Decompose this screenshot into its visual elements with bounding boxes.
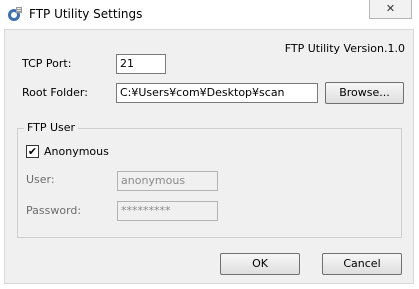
close-button[interactable]: ✕ bbox=[369, 0, 412, 19]
browse-button[interactable]: Browse... bbox=[325, 82, 404, 104]
anonymous-checkbox[interactable]: ✔ bbox=[26, 145, 39, 158]
version-label: FTP Utility Version.1.0 bbox=[284, 42, 405, 55]
cancel-button[interactable]: Cancel bbox=[322, 253, 402, 275]
ftp-user-group: FTP User ✔ Anonymous User: anonymous Pas… bbox=[17, 121, 402, 238]
tcp-port-input[interactable]: 21 bbox=[116, 54, 166, 74]
checkmark-icon: ✔ bbox=[27, 145, 38, 158]
root-folder-input[interactable]: C:¥Users¥com¥Desktop¥scan bbox=[116, 83, 318, 103]
password-label: Password: bbox=[26, 204, 82, 217]
user-input[interactable]: anonymous bbox=[117, 171, 218, 191]
dialog-body: FTP Utility Version.1.0 TCP Port: 21 Roo… bbox=[4, 29, 414, 284]
tcp-port-label: TCP Port: bbox=[22, 57, 72, 70]
title-bar: FTP Utility Settings ✕ bbox=[0, 0, 419, 29]
root-folder-label: Root Folder: bbox=[22, 86, 88, 99]
close-icon: ✕ bbox=[385, 2, 396, 15]
user-label: User: bbox=[26, 173, 55, 186]
password-input[interactable]: ********* bbox=[117, 201, 218, 221]
anonymous-label[interactable]: Anonymous bbox=[44, 145, 109, 158]
ftp-utility-icon bbox=[8, 7, 22, 21]
window-title: FTP Utility Settings bbox=[29, 7, 143, 21]
ftp-user-group-label: FTP User bbox=[24, 121, 79, 134]
ok-button[interactable]: OK bbox=[220, 253, 300, 275]
